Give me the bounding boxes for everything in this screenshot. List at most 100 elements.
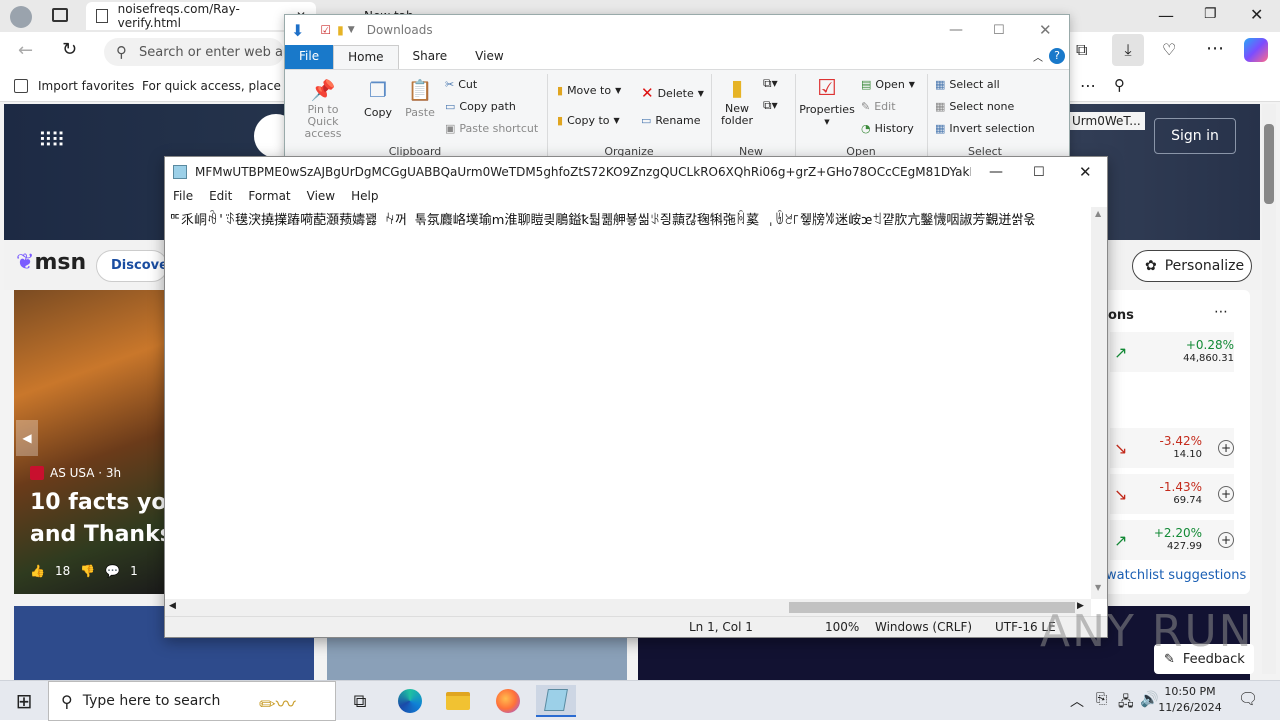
tab-actions-icon[interactable] [52, 8, 68, 22]
tab-share[interactable]: Share [399, 45, 462, 69]
apps-grid-icon[interactable]: ⠿⠿ [38, 128, 65, 152]
notifications-icon[interactable]: 🗨 [1238, 689, 1258, 708]
close-icon[interactable]: ✕ [1039, 21, 1052, 39]
scrollbar-thumb[interactable] [789, 602, 1075, 613]
menu-format[interactable]: Format [240, 187, 298, 207]
invert-selection-button[interactable]: ▦ Invert selection [935, 122, 1035, 135]
refresh-icon[interactable]: ↻ [62, 39, 77, 60]
cut-button[interactable]: ✂ Cut [445, 78, 477, 91]
more-icon[interactable]: ⋯ [1206, 38, 1224, 59]
cursor-position: Ln 1, Col 1 [689, 620, 753, 634]
menu-help[interactable]: Help [343, 187, 386, 207]
select-all-label: Select all [949, 78, 1000, 91]
edit-button[interactable]: ✎ Edit [861, 100, 896, 113]
easy-access-icon[interactable]: ⧉▾ [763, 98, 778, 113]
tab-home[interactable]: Home [333, 45, 399, 69]
notepad-text-area[interactable]: ꥰ乑峒ꆁ'ꈄ氁涋撓擈蹖嗬蓜㶊蓣嬦꽳 ꈙ꺼 톢氛麚峈墣瑜ⅿ淮聊䁗킞鵰鎰ꝁ퉓퀢舺뵿씲… [165, 207, 1091, 599]
history-button[interactable]: ◔ History [861, 122, 914, 135]
edge-icon[interactable] [390, 685, 430, 717]
downloads-icon[interactable]: ⤓ [1112, 34, 1144, 66]
collapse-ribbon-icon[interactable]: ︿ [1033, 49, 1043, 64]
news-card-thanksgiving[interactable]: ◀ AS USA · 3h 10 facts you and Thanksg 👍… [14, 290, 189, 594]
select-none-button[interactable]: ▦ Select none [935, 100, 1014, 113]
qat-dropdown-icon[interactable]: ▼ [348, 25, 355, 35]
folder-qat-icon[interactable]: ▮ [337, 23, 344, 37]
page-scrollbar[interactable] [1262, 104, 1276, 674]
horizontal-scrollbar[interactable]: ◀ ▶ [165, 599, 1091, 616]
like-icon[interactable]: 👍 [30, 564, 45, 578]
scrollbar-thumb[interactable] [1264, 124, 1274, 204]
windows-start-icon[interactable]: ⊞ [4, 685, 44, 717]
import-favorites-link[interactable]: Import favorites [38, 79, 134, 93]
show-hidden-icons[interactable]: ︿ [1070, 691, 1084, 711]
dislike-icon[interactable]: 👎 [80, 564, 95, 578]
copilot-icon[interactable] [1244, 38, 1268, 62]
menu-file[interactable]: File [165, 187, 201, 207]
more-icon[interactable]: ⋯ [1080, 76, 1096, 95]
add-to-watchlist-icon[interactable]: + [1218, 532, 1234, 548]
address-bar[interactable]: ⚲ Search or enter web a [104, 38, 284, 66]
tab-view[interactable]: View [461, 45, 517, 69]
discover-button[interactable]: Discover [96, 250, 174, 282]
minimize-icon[interactable]: — [949, 22, 963, 38]
extensions-icon[interactable]: ⧉ [1076, 40, 1087, 60]
tab-file[interactable]: File [285, 45, 334, 69]
paste-shortcut-button[interactable]: ▣ Paste shortcut [445, 122, 538, 135]
select-all-button[interactable]: ▦ Select all [935, 78, 1000, 91]
tab-ray-verify[interactable]: noisefreqs.com/Ray-verify.html ✕ [86, 2, 316, 30]
browser-essentials-icon[interactable]: ♡ [1162, 40, 1176, 59]
copy-button[interactable]: ❐ Copy [361, 78, 395, 119]
paste-button[interactable]: 📋 Paste [403, 78, 437, 119]
scroll-up-icon[interactable]: ▲ [1095, 209, 1101, 218]
network-icon[interactable]: 🖧 [1118, 691, 1134, 715]
clock[interactable]: 10:50 PM 11/26/2024 [1156, 684, 1224, 716]
copy-to-button[interactable]: ▮ Copy to ▼ [557, 114, 620, 127]
add-to-watchlist-icon[interactable]: + [1218, 486, 1234, 502]
scroll-down-icon[interactable]: ▼ [1095, 583, 1101, 592]
new-item-icon[interactable]: ⧉▾ [763, 76, 778, 91]
pin-quick-access-button[interactable]: 📌 Pin to Quick access [291, 78, 355, 140]
sign-in-button[interactable]: Sign in [1154, 118, 1236, 154]
copy-path-button[interactable]: ▭ Copy path [445, 100, 516, 113]
delete-button[interactable]: ✕ Delete ▼ [641, 84, 704, 102]
back-icon[interactable]: ← [18, 40, 33, 61]
explorer-window: ⬇ ☑ ▮ ▼ Downloads — ☐ ✕ File Home Share … [284, 14, 1070, 161]
task-view-icon[interactable]: ⧉ [340, 685, 380, 717]
comment-icon[interactable]: 💬 [105, 564, 120, 578]
tray-device-icon[interactable]: ⎘ [1096, 691, 1107, 707]
watchlist-suggestions-link[interactable]: watchlist suggestions [1106, 568, 1246, 583]
stock-row[interactable]: ↗ +0.28% 44,860.31 [1110, 332, 1234, 372]
menu-view[interactable]: View [299, 187, 343, 207]
file-explorer-icon[interactable] [438, 685, 478, 717]
maximize-icon[interactable]: ☐ [1033, 165, 1045, 180]
stock-row[interactable]: ↘ -3.42% 14.10 + [1110, 428, 1234, 468]
add-to-watchlist-icon[interactable]: + [1218, 440, 1234, 456]
firefox-icon[interactable] [488, 685, 528, 717]
msn-logo[interactable]: ❦msn [16, 250, 86, 275]
restore-icon[interactable]: ❐ [1204, 6, 1217, 22]
minimize-icon[interactable]: — [1158, 6, 1174, 25]
new-folder-button[interactable]: ▮ New folder [717, 76, 757, 127]
vertical-scrollbar[interactable]: ▲ ▼ [1091, 207, 1107, 599]
close-window-icon[interactable]: ✕ [1250, 5, 1263, 24]
more-icon[interactable]: ⋯ [1214, 304, 1228, 320]
profile-icon[interactable] [10, 6, 32, 28]
stock-row[interactable]: ↗ +2.20% 427.99 + [1110, 520, 1234, 560]
properties-qat-icon[interactable]: ☑ [320, 23, 331, 37]
maximize-icon[interactable]: ☐ [993, 23, 1005, 38]
taskbar-search[interactable]: ⚲ Type here to search ✏〰 [48, 681, 336, 721]
move-to-button[interactable]: ▮ Move to ▼ [557, 84, 621, 97]
minimize-icon[interactable]: — [989, 164, 1003, 180]
stock-row[interactable]: ↘ -1.43% 69.74 + [1110, 474, 1234, 514]
properties-button[interactable]: ☑ Properties ▼ [799, 76, 855, 126]
rename-button[interactable]: ▭ Rename [641, 114, 701, 127]
help-icon[interactable]: ? [1049, 48, 1065, 64]
open-button[interactable]: ▤ Open ▼ [861, 78, 915, 91]
carousel-prev-button[interactable]: ◀ [16, 420, 38, 456]
close-icon[interactable]: ✕ [1079, 163, 1092, 181]
notepad-taskbar-icon[interactable] [536, 685, 576, 717]
scroll-left-icon[interactable]: ◀ [169, 601, 176, 611]
personalize-button[interactable]: ✿ Personalize [1132, 250, 1252, 282]
menu-edit[interactable]: Edit [201, 187, 240, 207]
pin-icon[interactable]: ⚲ [1114, 76, 1125, 94]
